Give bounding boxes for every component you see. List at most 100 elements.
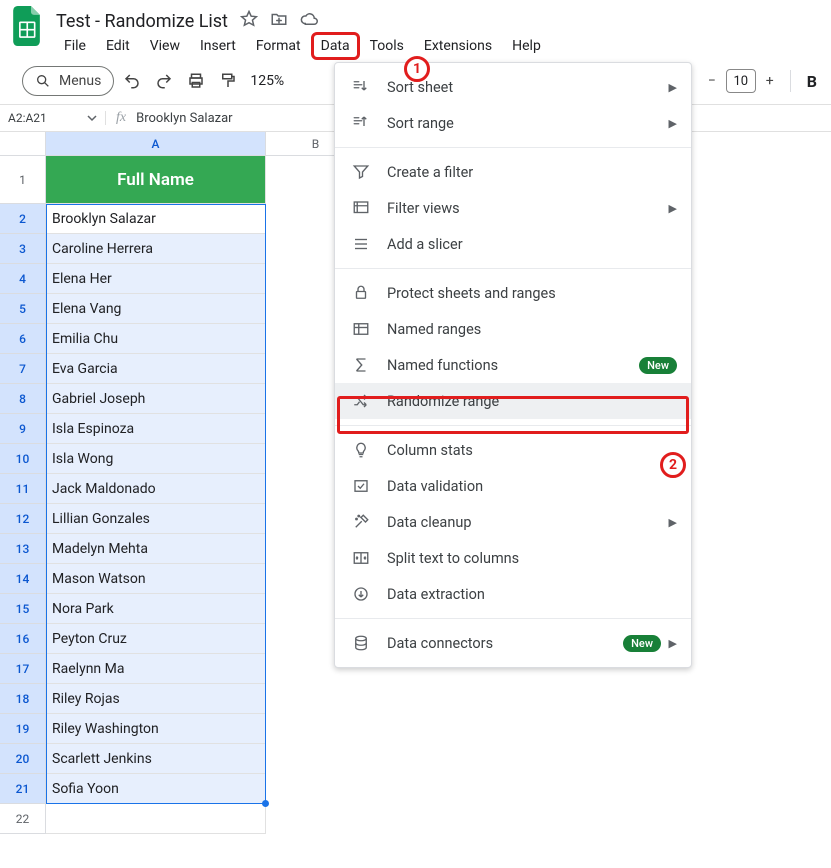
chevron-right-icon: ▶ [669, 516, 677, 529]
menu-item-sort-range[interactable]: Sort range▶ [335, 105, 691, 141]
row-header[interactable]: 4 [0, 264, 46, 294]
row-header[interactable]: 21 [0, 774, 46, 804]
row-header[interactable]: 9 [0, 414, 46, 444]
row-header[interactable]: 11 [0, 474, 46, 504]
new-badge: New [623, 635, 661, 652]
menu-item-sort-sheet[interactable]: Sort sheet▶ [335, 69, 691, 105]
data-cell[interactable]: Emilia Chu [46, 324, 266, 354]
menu-item-data-extraction[interactable]: Data extraction [335, 576, 691, 612]
data-cell[interactable]: Elena Her [46, 264, 266, 294]
print-button[interactable] [182, 67, 210, 95]
data-cell[interactable]: Mason Watson [46, 564, 266, 594]
data-cell[interactable] [46, 804, 266, 834]
move-icon[interactable] [270, 10, 288, 32]
sheets-logo [8, 6, 48, 46]
menu-item-add-a-slicer[interactable]: Add a slicer [335, 226, 691, 262]
data-cell[interactable]: Jack Maldonado [46, 474, 266, 504]
menu-item-label: Data validation [387, 478, 483, 495]
filter-icon [351, 162, 371, 182]
menu-edit[interactable]: Edit [98, 34, 138, 58]
data-cell[interactable]: Peyton Cruz [46, 624, 266, 654]
row-header[interactable]: 6 [0, 324, 46, 354]
menu-item-protect-sheets-and-ranges[interactable]: Protect sheets and ranges [335, 275, 691, 311]
row-header[interactable]: 19 [0, 714, 46, 744]
data-cell[interactable]: Madelyn Mehta [46, 534, 266, 564]
data-cell[interactable]: Gabriel Joseph [46, 384, 266, 414]
menu-item-data-connectors[interactable]: Data connectorsNew▶ [335, 625, 691, 661]
menu-item-named-functions[interactable]: Named functionsNew [335, 347, 691, 383]
font-size-input[interactable]: 10 [726, 69, 756, 93]
menu-item-column-stats[interactable]: Column stats [335, 432, 691, 468]
data-cell[interactable]: Riley Rojas [46, 684, 266, 714]
row-header[interactable]: 13 [0, 534, 46, 564]
data-cell[interactable]: Riley Washington [46, 714, 266, 744]
font-size-increase[interactable]: + [760, 71, 780, 91]
chevron-right-icon: ▶ [669, 202, 677, 215]
data-cell[interactable]: Brooklyn Salazar [46, 204, 266, 234]
bold-button[interactable]: B [801, 72, 823, 91]
menu-item-data-cleanup[interactable]: Data cleanup▶ [335, 504, 691, 540]
menu-item-data-validation[interactable]: Data validation [335, 468, 691, 504]
data-cell[interactable]: Eva Garcia [46, 354, 266, 384]
menu-extensions[interactable]: Extensions [416, 34, 500, 58]
row-header[interactable]: 16 [0, 624, 46, 654]
row-header[interactable]: 22 [0, 804, 46, 834]
menu-item-filter-views[interactable]: Filter views▶ [335, 190, 691, 226]
data-cell[interactable]: Isla Espinoza [46, 414, 266, 444]
data-cell[interactable]: Lillian Gonzales [46, 504, 266, 534]
formula-value[interactable]: Brooklyn Salazar [136, 111, 232, 126]
header-cell[interactable]: Full Name [46, 156, 266, 204]
column-header-A[interactable]: A [46, 132, 266, 156]
doc-title[interactable]: Test - Randomize List [56, 11, 228, 32]
menu-item-named-ranges[interactable]: Named ranges [335, 311, 691, 347]
data-cell[interactable]: Caroline Herrera [46, 234, 266, 264]
row-header[interactable]: 8 [0, 384, 46, 414]
data-cell[interactable]: Isla Wong [46, 444, 266, 474]
search-icon [35, 73, 51, 89]
row-header[interactable]: 17 [0, 654, 46, 684]
menu-item-split-text-to-columns[interactable]: Split text to columns [335, 540, 691, 576]
menu-data[interactable]: Data [313, 34, 358, 58]
star-icon[interactable] [240, 10, 258, 32]
row-header[interactable]: 18 [0, 684, 46, 714]
menus-search[interactable]: Menus [22, 66, 114, 96]
name-box[interactable]: A2:A21 [0, 111, 106, 125]
data-cell[interactable]: Sofia Yoon [46, 774, 266, 804]
row-header[interactable]: 7 [0, 354, 46, 384]
data-cell[interactable]: Elena Vang [46, 294, 266, 324]
menu-item-randomize-range[interactable]: Randomize range [335, 383, 691, 419]
menu-help[interactable]: Help [504, 34, 549, 58]
font-size-decrease[interactable]: − [702, 71, 722, 91]
menu-item-label: Randomize range [387, 393, 499, 410]
db-icon [351, 633, 371, 653]
row-header[interactable]: 20 [0, 744, 46, 774]
menu-item-label: Named ranges [387, 321, 481, 338]
menu-item-label: Data connectors [387, 635, 493, 652]
menu-tools[interactable]: Tools [362, 34, 412, 58]
data-cell[interactable]: Nora Park [46, 594, 266, 624]
paint-format-button[interactable] [214, 67, 242, 95]
row-header[interactable]: 3 [0, 234, 46, 264]
undo-button[interactable] [118, 67, 146, 95]
row-header[interactable]: 5 [0, 294, 46, 324]
menu-insert[interactable]: Insert [192, 34, 244, 58]
menu-item-create-a-filter[interactable]: Create a filter [335, 154, 691, 190]
cleanup-icon [351, 512, 371, 532]
zoom-level[interactable]: 125% [246, 73, 288, 89]
redo-button[interactable] [150, 67, 178, 95]
named-ranges-icon [351, 319, 371, 339]
row-header[interactable]: 15 [0, 594, 46, 624]
menu-format[interactable]: Format [248, 34, 309, 58]
row-header[interactable]: 14 [0, 564, 46, 594]
menu-file[interactable]: File [56, 34, 94, 58]
row-header[interactable]: 1 [0, 156, 46, 204]
menu-view[interactable]: View [142, 34, 188, 58]
cloud-icon[interactable] [300, 10, 318, 32]
select-all-corner[interactable] [0, 132, 46, 156]
row-header[interactable]: 12 [0, 504, 46, 534]
row-header[interactable]: 10 [0, 444, 46, 474]
data-cell[interactable]: Raelynn Ma [46, 654, 266, 684]
menu-separator [335, 618, 691, 619]
row-header[interactable]: 2 [0, 204, 46, 234]
data-cell[interactable]: Scarlett Jenkins [46, 744, 266, 774]
